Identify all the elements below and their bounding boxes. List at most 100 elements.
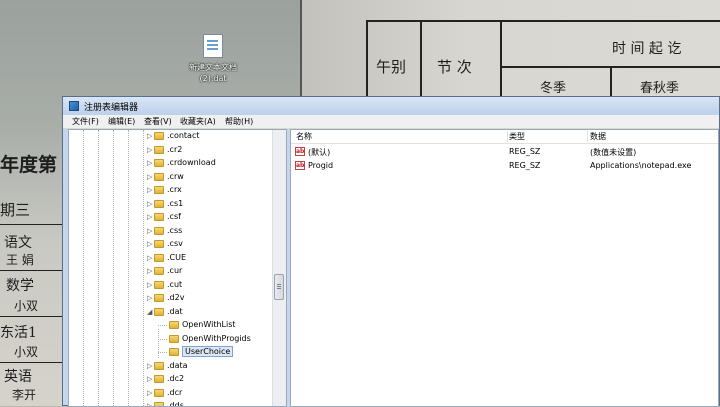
folder-icon <box>154 199 164 208</box>
tree-scrollbar-thumb[interactable] <box>274 274 284 300</box>
tree-key[interactable]: ▷ .contact <box>69 130 272 143</box>
tree-key[interactable]: ▷ .csv <box>69 238 272 251</box>
table-line <box>610 66 612 96</box>
desktop-file-icon[interactable]: 新建文本文档 (2).dat <box>184 34 242 84</box>
column-separator[interactable] <box>507 131 508 142</box>
expand-arrow-icon[interactable]: ▷ <box>147 376 152 383</box>
tree-key-label: .dcr <box>167 387 183 397</box>
tree-scrollbar[interactable] <box>272 130 286 406</box>
values-pane[interactable]: 名称 类型 数据 ab (默认) REG_SZ (数值未设置) ab Progi… <box>290 129 719 407</box>
folder-icon <box>154 307 164 316</box>
menu-favorites[interactable]: 收藏夹(A) <box>180 116 216 127</box>
column-separator[interactable] <box>587 131 588 142</box>
folder-icon <box>154 280 164 289</box>
expand-arrow-icon[interactable]: ▷ <box>147 227 152 235</box>
folder-icon <box>154 186 164 194</box>
tree-key[interactable]: ▷ .dc2 <box>69 373 272 386</box>
values-header: 名称 类型 数据 <box>291 130 718 144</box>
string-value-icon: ab <box>295 147 305 156</box>
menu-file[interactable]: 文件(F) <box>72 116 99 127</box>
tree-key[interactable]: ▷ .dcr <box>69 387 272 400</box>
column-name[interactable]: 名称 <box>296 131 312 142</box>
tree-subkey[interactable]: UserChoice <box>69 346 272 359</box>
tree-key[interactable]: ▷ .csf <box>69 211 272 224</box>
menu-view[interactable]: 查看(V) <box>144 116 172 127</box>
wall-header: 时 间 起 讫 <box>612 41 682 57</box>
expand-arrow-icon[interactable]: ▷ <box>147 173 152 181</box>
wall-sub3-t: 小双 <box>14 345 39 359</box>
tree-key[interactable]: ▷ .crdownload <box>69 157 272 170</box>
expand-arrow-icon[interactable]: ▷ <box>147 133 152 140</box>
wall-winter: 冬季 <box>540 81 567 96</box>
expand-arrow-icon[interactable]: ▷ <box>147 389 152 397</box>
folder-icon <box>154 240 164 248</box>
expand-arrow-icon[interactable]: ▷ <box>147 200 152 208</box>
tree-key-label: .csf <box>167 212 181 221</box>
folder-icon <box>154 388 164 397</box>
column-type[interactable]: 类型 <box>509 131 525 142</box>
tree-key-label: .csv <box>167 239 183 248</box>
tree-key[interactable]: ◢ .dat <box>69 306 272 319</box>
desktop-file-label-line2: (2).dat <box>199 74 227 83</box>
tree-key[interactable]: ▷ .d2v <box>69 292 272 305</box>
tree-key[interactable]: ▷ .cut <box>69 279 272 292</box>
tree-key[interactable]: ▷ .css <box>69 225 272 238</box>
value-name: Progid <box>308 161 334 170</box>
expand-arrow-icon[interactable]: ▷ <box>147 403 152 407</box>
expand-arrow-icon[interactable]: ▷ <box>147 241 152 248</box>
wall-col2: 节 次 <box>437 58 472 76</box>
wall-col1: 午别 <box>376 58 407 76</box>
key-tree-pane[interactable]: ▷ .contact ▷ .cr2 ▷ .crdownload ▷ .crw ▷ .crx ▷ .cs… <box>68 129 287 407</box>
wall-sub2-t: 小双 <box>14 299 39 313</box>
expand-arrow-icon[interactable]: ▷ <box>147 295 152 302</box>
wall-sub2: 数学 <box>6 278 34 294</box>
folder-icon <box>154 213 164 221</box>
tree-key[interactable]: ▷ .cr2 <box>69 144 272 157</box>
expand-arrow-icon[interactable]: ▷ <box>147 160 152 167</box>
column-data[interactable]: 数据 <box>590 131 606 142</box>
wall-year-title: 年度第 <box>0 154 58 176</box>
expand-arrow-icon[interactable]: ▷ <box>147 187 152 194</box>
tree-key[interactable]: ▷ .crw <box>69 171 272 184</box>
folder-icon <box>154 145 164 154</box>
value-row[interactable]: ab Progid REG_SZ Applications\notepad.ex… <box>291 159 718 173</box>
tree-key[interactable]: ▷ .crx <box>69 184 272 197</box>
menu-bar: 文件(F) 编辑(E) 查看(V) 收藏夹(A) 帮助(H) <box>63 115 719 129</box>
tree-subkey[interactable]: OpenWithList <box>69 319 272 332</box>
value-type: REG_SZ <box>509 147 541 156</box>
value-data: Applications\notepad.exe <box>590 161 692 170</box>
wall-week: 期三 <box>0 201 31 219</box>
value-row[interactable]: ab (默认) REG_SZ (数值未设置) <box>291 145 718 159</box>
tree-key-label: UserChoice <box>182 346 234 357</box>
tree-key-label: .css <box>167 225 183 235</box>
tree-key-label: .dds <box>167 401 184 407</box>
expand-arrow-icon[interactable]: ▷ <box>147 254 152 262</box>
tree-key-label: .dat <box>167 306 183 316</box>
tree-key[interactable]: ▷ .data <box>69 360 272 373</box>
expand-arrow-icon[interactable]: ▷ <box>147 281 152 289</box>
wall-spring: 春秋季 <box>640 81 680 96</box>
expand-arrow-icon[interactable]: ▷ <box>147 268 152 275</box>
wall-sub4: 英语 <box>4 369 32 385</box>
tree-key[interactable]: ▷ .CUE <box>69 252 272 265</box>
tree-key[interactable]: ▷ .cs1 <box>69 198 272 211</box>
value-data: (数值未设置) <box>590 148 637 157</box>
tree-key[interactable]: ▷ .cur <box>69 265 272 278</box>
wall-sub3: 东活1 <box>0 325 37 341</box>
expand-arrow-icon[interactable]: ▷ <box>147 214 152 221</box>
menu-edit[interactable]: 编辑(E) <box>108 116 135 127</box>
table-line <box>366 20 368 96</box>
menu-help[interactable]: 帮助(H) <box>225 116 253 127</box>
folder-icon <box>154 172 164 181</box>
regedit-window[interactable]: 注册表编辑器 文件(F) 编辑(E) 查看(V) 收藏夹(A) 帮助(H) ▷.… <box>62 96 720 407</box>
screen-divider <box>300 0 302 96</box>
tree-key-label: .crw <box>167 171 184 181</box>
title-bar[interactable]: 注册表编辑器 <box>63 97 719 115</box>
tree-subkey[interactable]: OpenWithProgids <box>69 333 272 346</box>
collapse-arrow-icon[interactable]: ◢ <box>147 308 152 316</box>
expand-arrow-icon[interactable]: ▷ <box>147 146 152 154</box>
tree-key-label: .cs1 <box>167 198 184 208</box>
folder-icon <box>154 159 164 167</box>
value-type: REG_SZ <box>509 161 541 170</box>
expand-arrow-icon[interactable]: ▷ <box>147 362 152 370</box>
